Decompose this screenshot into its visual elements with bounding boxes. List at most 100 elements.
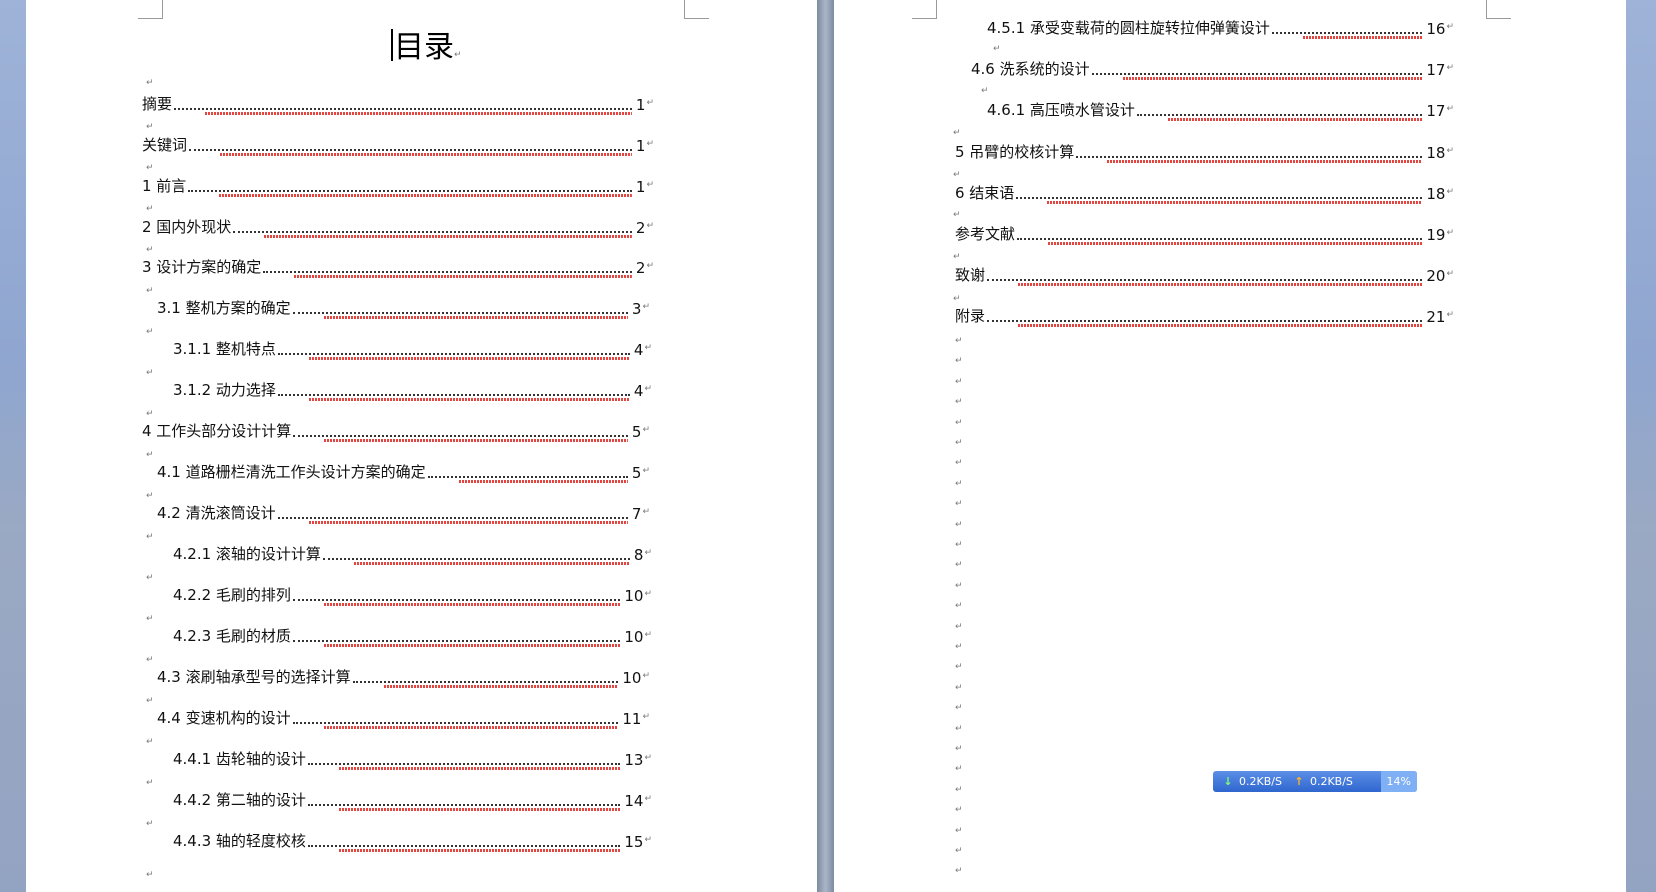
toc-entry-text: 3 设计方案的确定 xyxy=(142,258,262,276)
paragraph-mark: ↵ xyxy=(644,548,652,558)
paragraph-mark: ↵ xyxy=(146,450,154,460)
paragraph-mark: ↵ xyxy=(955,785,963,795)
toc-page-number: 7 xyxy=(631,505,642,523)
toc-page-number: 13 xyxy=(624,751,644,769)
toc-entry-text: 4.4.1 齿轮轴的设计 xyxy=(173,750,306,768)
toc-entry[interactable]: 4.2 清洗滚筒设计 7 ↵ xyxy=(157,501,650,523)
toc-entry-text: 4.6.1 高压喷水管设计 xyxy=(987,101,1135,119)
paragraph-mark: ↵ xyxy=(646,261,654,271)
toc-entry[interactable]: 4.1 道路栅栏清洗工作头设计方案的确定 5 ↵ xyxy=(157,460,650,482)
paragraph-mark: ↵ xyxy=(644,794,652,804)
toc-leader-dots xyxy=(987,306,1423,322)
toc-page-number: 5 xyxy=(631,423,642,441)
toc-leader-dots xyxy=(307,831,621,847)
toc-entry-text: 4.4.3 轴的轻度校核 xyxy=(173,832,306,850)
toc-leader-dots xyxy=(1016,183,1423,199)
toc-entry[interactable]: 5 吊臂的校核计算 18 ↵ xyxy=(955,140,1454,162)
toc-leader-dots xyxy=(292,585,621,601)
paragraph-mark: ↵ xyxy=(955,438,963,448)
toc-entry[interactable]: 4.4.1 齿轮轴的设计 13 ↵ xyxy=(173,747,652,769)
toc-title-text: 目录 xyxy=(394,30,454,65)
toc-entry-text: 4.2.1 滚轴的设计计算 xyxy=(173,545,321,563)
toc-page-number: 10 xyxy=(624,628,644,646)
paragraph-mark: ↵ xyxy=(953,128,961,138)
paragraph-mark: ↵ xyxy=(953,170,961,180)
toc-leader-dots xyxy=(1271,18,1423,34)
toc-entry[interactable]: 4.2.3 毛刷的材质 10 ↵ xyxy=(173,624,652,646)
toc-entry[interactable]: 附录 21 ↵ xyxy=(955,304,1454,326)
paragraph-mark: ↵ xyxy=(955,662,963,672)
toc-page-number: 1 xyxy=(635,178,646,196)
toc-page-number: 10 xyxy=(622,669,642,687)
toc-entry[interactable]: 4.3 滚刷轴承型号的选择计算 10 ↵ xyxy=(157,665,650,687)
paragraph-mark: ↵ xyxy=(644,343,652,353)
paragraph-mark: ↵ xyxy=(146,819,154,829)
paragraph-mark: ↵ xyxy=(642,466,650,476)
toc-entry[interactable]: 4.4.2 第二轴的设计 14 ↵ xyxy=(173,788,652,810)
toc-leader-dots xyxy=(1091,59,1423,75)
toc-entry-text: 4.5.1 承受变载荷的圆柱旋转拉伸弹簧设计 xyxy=(987,19,1270,37)
toc-entry[interactable]: 6 结束语 18 ↵ xyxy=(955,181,1454,203)
toc-page-number: 17 xyxy=(1426,102,1446,120)
paragraph-mark: ↵ xyxy=(146,286,154,296)
document-page-2[interactable]: 4.5.1 承受变载荷的圆柱旋转拉伸弹簧设计 16 ↵ 4.6 洗系统的设计 17 ↵ 4.… xyxy=(834,0,1626,892)
toc-entry-text: 4.2.3 毛刷的材质 xyxy=(173,627,291,645)
paragraph-mark: ↵ xyxy=(646,98,654,108)
paragraph-mark: ↵ xyxy=(955,866,963,876)
toc-entry[interactable]: 4.6 洗系统的设计 17 ↵ xyxy=(971,57,1454,79)
toc-entry[interactable]: 1 前言 1 ↵ xyxy=(142,174,654,196)
paragraph-mark: ↵ xyxy=(146,655,154,665)
toc-leader-dots xyxy=(322,544,630,560)
paragraph-mark: ↵ xyxy=(1446,146,1454,156)
document-page-1[interactable]: 目录↵ 摘要 1 ↵ 关键词 1 ↵ 1 前言 1 ↵ 2 国内外现状 2 ↵ 3 设计方案的确定 2 ↵ 3… xyxy=(26,0,817,892)
paragraph-mark: ↵ xyxy=(454,50,462,60)
paragraph-mark: ↵ xyxy=(1446,63,1454,73)
network-speed-widget[interactable]: ↓ 0.2KB/S ↑ 0.2KB/S 14% xyxy=(1213,771,1417,792)
toc-entry[interactable]: 3.1.2 动力选择 4 ↵ xyxy=(173,378,652,400)
toc-leader-dots xyxy=(1136,100,1423,116)
toc-entry[interactable]: 4.4 变速机构的设计 11 ↵ xyxy=(157,706,650,728)
paragraph-mark: ↵ xyxy=(642,507,650,517)
paragraph-mark: ↵ xyxy=(146,368,154,378)
toc-entry[interactable]: 4.6.1 高压喷水管设计 17 ↵ xyxy=(987,98,1454,120)
toc-entry[interactable]: 关键词 1 ↵ xyxy=(142,133,654,155)
toc-entry[interactable]: 3.1 整机方案的确定 3 ↵ xyxy=(157,296,650,318)
toc-entry[interactable]: 3.1.1 整机特点 4 ↵ xyxy=(173,337,652,359)
toc-page-number: 18 xyxy=(1426,144,1446,162)
toc-entry[interactable]: 4.2.1 滚轴的设计计算 8 ↵ xyxy=(173,542,652,564)
page-gutter xyxy=(817,0,834,892)
toc-entry-text: 附录 xyxy=(955,307,986,325)
toc-leader-dots xyxy=(987,265,1423,281)
toc-entry-text: 4.1 道路栅栏清洗工作头设计方案的确定 xyxy=(157,463,426,481)
paragraph-mark: ↵ xyxy=(642,302,650,312)
paragraph-mark: ↵ xyxy=(644,835,652,845)
toc-page-number: 1 xyxy=(635,96,646,114)
toc-leader-dots xyxy=(233,217,632,233)
toc-entry-text: 4.2 清洗滚筒设计 xyxy=(157,504,276,522)
toc-entry[interactable]: 4.4.3 轴的轻度校核 15 ↵ xyxy=(173,829,652,851)
paragraph-mark: ↵ xyxy=(146,573,154,583)
paragraph-mark: ↵ xyxy=(146,245,154,255)
paragraph-mark: ↵ xyxy=(955,418,963,428)
toc-entry[interactable]: 4.5.1 承受变载荷的圆柱旋转拉伸弹簧设计 16 ↵ xyxy=(987,16,1454,38)
toc-leader-dots xyxy=(263,257,632,273)
toc-entry[interactable]: 摘要 1 ↵ xyxy=(142,92,654,114)
toc-entry[interactable]: 致谢 20 ↵ xyxy=(955,263,1454,285)
paragraph-mark: ↵ xyxy=(646,221,654,231)
toc-entry[interactable]: 4 工作头部分设计计算 5 ↵ xyxy=(142,419,650,441)
toc-title[interactable]: 目录↵ xyxy=(391,22,462,66)
toc-leader-dots xyxy=(293,421,628,437)
paragraph-mark: ↵ xyxy=(955,499,963,509)
paragraph-mark: ↵ xyxy=(955,744,963,754)
paragraph-mark: ↵ xyxy=(955,479,963,489)
toc-entry-text: 1 前言 xyxy=(142,177,187,195)
toc-entry[interactable]: 3 设计方案的确定 2 ↵ xyxy=(142,255,654,277)
toc-page-number: 11 xyxy=(622,710,642,728)
toc-entry[interactable]: 参考文献 19 ↵ xyxy=(955,222,1454,244)
paragraph-mark: ↵ xyxy=(146,327,154,337)
paragraph-mark: ↵ xyxy=(955,826,963,836)
toc-entry[interactable]: 4.2.2 毛刷的排列 10 ↵ xyxy=(173,583,652,605)
paragraph-mark: ↵ xyxy=(146,409,154,419)
toc-entry[interactable]: 2 国内外现状 2 ↵ xyxy=(142,215,654,237)
toc-page-number: 15 xyxy=(624,833,644,851)
